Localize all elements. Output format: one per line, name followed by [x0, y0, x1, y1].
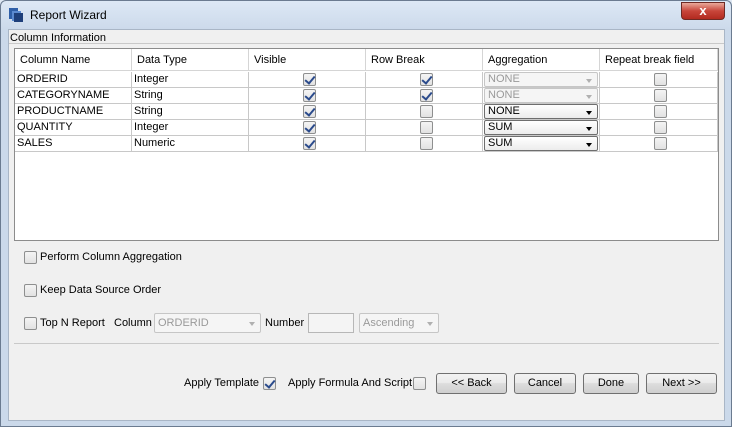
row-break-checkbox[interactable] [420, 89, 433, 102]
aggregation-value: SUM [488, 137, 513, 149]
aggregation-dropdown[interactable]: SUM [484, 136, 598, 151]
cell-column-name[interactable]: PRODUCTNAME [15, 104, 132, 120]
group-divider [9, 43, 724, 44]
cell-aggregation: SUM [483, 120, 600, 136]
repeat-break-checkbox[interactable] [654, 105, 667, 118]
close-button[interactable]: x [681, 2, 725, 20]
header-visible[interactable]: Visible [249, 49, 366, 71]
apply-template-checkbox[interactable] [263, 377, 276, 390]
cell-row-break [366, 72, 483, 88]
row-break-checkbox[interactable] [420, 105, 433, 118]
chevron-down-icon [586, 79, 592, 83]
visible-checkbox[interactable] [303, 121, 316, 134]
aggregation-value: NONE [488, 73, 520, 85]
cell-visible [249, 120, 366, 136]
cell-repeat [600, 88, 718, 104]
chevron-down-icon [586, 111, 592, 115]
cell-aggregation: NONE [483, 72, 600, 88]
cell-aggregation: NONE [483, 104, 600, 120]
visible-checkbox[interactable] [303, 105, 316, 118]
cell-column-name[interactable]: QUANTITY [15, 120, 132, 136]
cell-data-type[interactable]: Numeric [132, 136, 249, 152]
sort-order-dropdown[interactable]: Ascending [359, 313, 439, 333]
cell-data-type[interactable]: Integer [132, 120, 249, 136]
aggregation-dropdown[interactable]: NONE [484, 104, 598, 119]
cell-visible [249, 88, 366, 104]
perform-aggregation-checkbox[interactable] [24, 251, 37, 264]
header-column-name[interactable]: Column Name [15, 49, 132, 71]
cell-column-name[interactable]: SALES [15, 136, 132, 152]
visible-checkbox[interactable] [303, 89, 316, 102]
cell-aggregation: NONE [483, 88, 600, 104]
chevron-down-icon [586, 143, 592, 147]
aggregation-value: SUM [488, 121, 513, 133]
cell-data-type[interactable]: String [132, 104, 249, 120]
repeat-break-checkbox[interactable] [654, 137, 667, 150]
cell-row-break [366, 136, 483, 152]
cell-row-break [366, 120, 483, 136]
number-input[interactable] [308, 313, 354, 333]
aggregation-dropdown[interactable]: NONE [484, 72, 598, 87]
repeat-break-checkbox[interactable] [654, 89, 667, 102]
cell-visible [249, 136, 366, 152]
chevron-down-icon [586, 127, 592, 131]
sort-order-value: Ascending [363, 317, 415, 329]
apply-formula-checkbox[interactable] [413, 377, 426, 390]
repeat-break-checkbox[interactable] [654, 73, 667, 86]
column-table: Column Name Data Type Visible Row Break … [14, 48, 719, 241]
top-n-column-value: ORDERID [158, 317, 209, 329]
row-break-checkbox[interactable] [420, 73, 433, 86]
number-label: Number [265, 317, 305, 329]
keep-order-checkbox[interactable] [24, 284, 37, 297]
perform-aggregation-label: Perform Column Aggregation [40, 251, 182, 263]
cell-repeat [600, 136, 718, 152]
report-wizard-window: Report Wizard x Column Information Colum… [0, 0, 732, 427]
back-button[interactable]: << Back [436, 373, 507, 394]
row-break-checkbox[interactable] [420, 137, 433, 150]
chevron-down-icon [249, 322, 255, 326]
cell-repeat [600, 104, 718, 120]
aggregation-dropdown[interactable]: NONE [484, 88, 598, 103]
cell-column-name[interactable]: ORDERID [15, 72, 132, 88]
done-button[interactable]: Done [583, 373, 639, 394]
app-icon [9, 8, 23, 22]
chevron-down-icon [427, 322, 433, 326]
column-label: Column [114, 317, 152, 329]
cell-visible [249, 104, 366, 120]
top-n-label: Top N Report [40, 317, 105, 329]
repeat-break-checkbox[interactable] [654, 121, 667, 134]
aggregation-value: NONE [488, 105, 520, 117]
cell-repeat [600, 72, 718, 88]
title-bar[interactable]: Report Wizard x [1, 1, 731, 29]
top-n-checkbox[interactable] [24, 317, 37, 330]
cell-repeat [600, 120, 718, 136]
top-n-column-dropdown[interactable]: ORDERID [154, 313, 261, 333]
header-row-break[interactable]: Row Break [366, 49, 483, 71]
footer-divider [14, 343, 719, 344]
cell-data-type[interactable]: String [132, 88, 249, 104]
close-icon: x [699, 3, 707, 18]
cell-row-break [366, 88, 483, 104]
visible-checkbox[interactable] [303, 73, 316, 86]
header-aggregation[interactable]: Aggregation [483, 49, 600, 71]
aggregation-dropdown[interactable]: SUM [484, 120, 598, 135]
chevron-down-icon [586, 95, 592, 99]
header-repeat-break-field[interactable]: Repeat break field [600, 49, 718, 71]
cancel-button[interactable]: Cancel [514, 373, 576, 394]
cell-aggregation: SUM [483, 136, 600, 152]
window-title: Report Wizard [30, 8, 107, 22]
cell-data-type[interactable]: Integer [132, 72, 249, 88]
cell-column-name[interactable]: CATEGORYNAME [15, 88, 132, 104]
header-data-type[interactable]: Data Type [132, 49, 249, 71]
apply-template-label: Apply Template [184, 377, 260, 389]
cell-row-break [366, 104, 483, 120]
next-button[interactable]: Next >> [646, 373, 717, 394]
row-break-checkbox[interactable] [420, 121, 433, 134]
apply-formula-label: Apply Formula And Script [288, 377, 413, 389]
keep-order-label: Keep Data Source Order [40, 284, 162, 296]
visible-checkbox[interactable] [303, 137, 316, 150]
cell-visible [249, 72, 366, 88]
aggregation-value: NONE [488, 89, 520, 101]
